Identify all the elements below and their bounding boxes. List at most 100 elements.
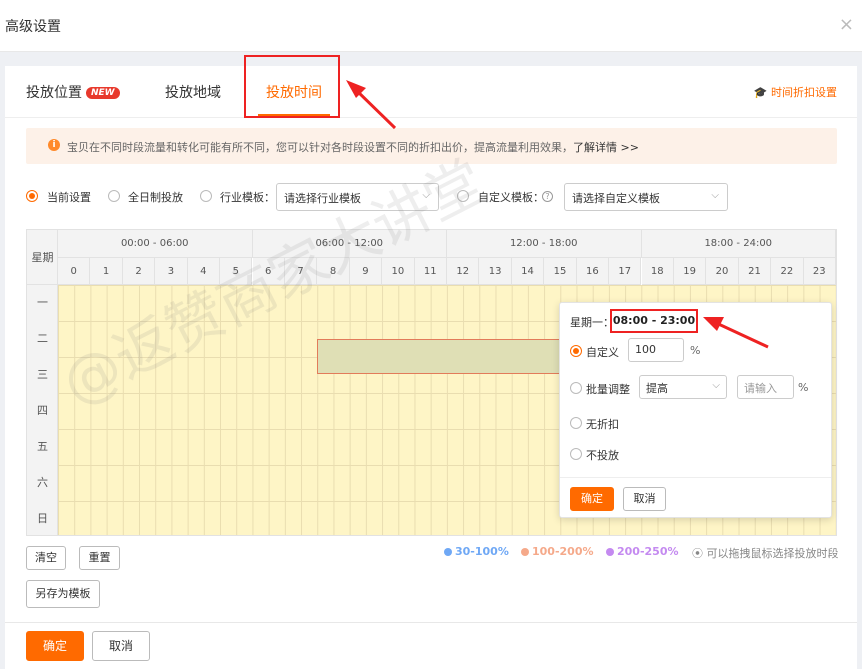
template-options: 当前设置 全日制投放 行业模板： 请选择行业模板 ⌵ 自定义模板： ? 请选择自… bbox=[26, 182, 837, 212]
popup-divider bbox=[560, 477, 831, 478]
day-label: 二 bbox=[37, 332, 48, 345]
chevron-down-icon: ⌵ bbox=[422, 190, 430, 201]
hour-header[interactable]: 17 bbox=[609, 258, 642, 285]
close-icon[interactable]: × bbox=[839, 14, 854, 35]
time-range-header: 06:00 - 12:00 bbox=[252, 230, 447, 258]
hour-header[interactable]: 14 bbox=[511, 258, 545, 285]
tab-bar: 投放位置 NEW 投放地域 投放时间 🎓 时间折扣设置 bbox=[5, 55, 857, 118]
radio-custom-label: 自定义模板： bbox=[478, 191, 544, 204]
info-notice: i 宝贝在不同时段流量和转化可能有所不同，您可以针对各时段设置不同的折扣出价，提… bbox=[26, 128, 837, 164]
hour-header[interactable]: 8 bbox=[317, 258, 350, 285]
location-pin-icon: ⦿ bbox=[692, 547, 703, 560]
time-range-header: 00:00 - 06:00 bbox=[58, 230, 253, 258]
radio-no-delivery[interactable] bbox=[570, 448, 582, 460]
hour-header[interactable]: 11 bbox=[414, 258, 447, 285]
clear-button[interactable]: 清空 bbox=[26, 546, 66, 570]
notice-message: 宝贝在不同时段流量和转化可能有所不同，您可以针对各时段设置不同的折扣出价，提高流… bbox=[67, 141, 573, 154]
batch-adjust-label: 批量调整 bbox=[586, 383, 630, 396]
day-label: 四 bbox=[37, 404, 48, 417]
popup-cancel-button[interactable]: 取消 bbox=[623, 487, 666, 511]
tab-region[interactable]: 投放地域 bbox=[165, 82, 221, 102]
radio-industry-label: 行业模板： bbox=[220, 191, 275, 204]
percent-sign: % bbox=[798, 381, 809, 394]
batch-adjust-input[interactable]: 请输入 bbox=[737, 375, 794, 399]
batch-adjust-select[interactable]: 提高 ⌵ bbox=[639, 375, 727, 399]
hour-header[interactable]: 9 bbox=[349, 258, 383, 285]
day-label: 六 bbox=[37, 476, 48, 489]
drag-hint: ⦿ 可以拖拽鼠标选择投放时段 bbox=[692, 545, 839, 561]
percent-sign: % bbox=[690, 344, 701, 357]
week-header: 星期 bbox=[27, 230, 58, 285]
hour-header[interactable]: 0 bbox=[58, 258, 91, 285]
hour-header[interactable]: 6 bbox=[252, 258, 285, 285]
radio-current-label: 当前设置 bbox=[47, 191, 91, 204]
time-range-header: 12:00 - 18:00 bbox=[447, 230, 642, 258]
legend-item: 30-100% bbox=[444, 545, 509, 558]
save-template-button[interactable]: 另存为模板 bbox=[26, 580, 100, 608]
hour-header[interactable]: 19 bbox=[673, 258, 707, 285]
discount-popup: 星期一： 08:00 - 23:00 自定义 100 % 批量调整 提高 ⌵ 请… bbox=[559, 302, 832, 518]
custom-template-select[interactable]: 请选择自定义模板 ⌵ bbox=[564, 183, 728, 211]
day-label: 日 bbox=[37, 512, 48, 525]
legend-label: 200-250% bbox=[617, 545, 679, 558]
learn-more-link[interactable]: 了解详情 >> bbox=[573, 141, 639, 154]
chevron-down-icon: ⌵ bbox=[711, 190, 719, 201]
radio-allday[interactable] bbox=[108, 190, 120, 202]
legend-dot bbox=[521, 548, 529, 556]
confirm-button[interactable]: 确定 bbox=[26, 631, 84, 661]
hour-header[interactable]: 23 bbox=[803, 258, 836, 285]
annotation-highlight-box bbox=[244, 55, 340, 118]
cancel-button[interactable]: 取消 bbox=[92, 631, 150, 661]
industry-template-select[interactable]: 请选择行业模板 ⌵ bbox=[276, 183, 439, 211]
radio-industry[interactable] bbox=[200, 190, 212, 202]
legend-label: 100-200% bbox=[532, 545, 594, 558]
popup-day-label: 星期一： bbox=[570, 316, 614, 329]
radio-no-discount[interactable] bbox=[570, 417, 582, 429]
custom-discount-label: 自定义 bbox=[586, 346, 619, 359]
legend-dot bbox=[444, 548, 452, 556]
new-badge: NEW bbox=[86, 87, 120, 99]
radio-custom-discount[interactable] bbox=[570, 345, 582, 357]
hour-header[interactable]: 2 bbox=[122, 258, 156, 285]
tab-placement[interactable]: 投放位置 NEW bbox=[26, 82, 120, 102]
hour-header[interactable]: 3 bbox=[155, 258, 188, 285]
footer-divider bbox=[5, 622, 857, 623]
hour-header[interactable]: 20 bbox=[706, 258, 739, 285]
hour-header[interactable]: 7 bbox=[284, 258, 318, 285]
time-discount-label: 时间折扣设置 bbox=[771, 86, 837, 99]
hour-header[interactable]: 4 bbox=[187, 258, 221, 285]
hour-header[interactable]: 18 bbox=[641, 258, 674, 285]
popup-time-range: 08:00 - 23:00 bbox=[610, 309, 698, 333]
select-value: 请选择行业模板 bbox=[284, 192, 361, 205]
radio-custom[interactable] bbox=[457, 190, 469, 202]
help-icon[interactable]: ? bbox=[542, 191, 553, 202]
select-value: 请选择自定义模板 bbox=[572, 192, 660, 205]
radio-current[interactable] bbox=[26, 190, 38, 202]
hour-header[interactable]: 16 bbox=[576, 258, 610, 285]
hour-header[interactable]: 12 bbox=[447, 258, 480, 285]
custom-discount-input[interactable]: 100 bbox=[628, 338, 684, 362]
popup-confirm-button[interactable]: 确定 bbox=[570, 487, 614, 511]
notice-text: 宝贝在不同时段流量和转化可能有所不同，您可以针对各时段设置不同的折扣出价，提高流… bbox=[67, 139, 639, 155]
time-range-header: 18:00 - 24:00 bbox=[641, 230, 836, 258]
hour-header[interactable]: 10 bbox=[382, 258, 415, 285]
legend-item: 100-200% bbox=[521, 545, 594, 558]
no-discount-label: 无折扣 bbox=[586, 418, 619, 431]
hour-header[interactable]: 21 bbox=[738, 258, 772, 285]
dialog-header: 高级设置 × bbox=[0, 0, 862, 52]
radio-allday-label: 全日制投放 bbox=[128, 191, 183, 204]
hour-header[interactable]: 13 bbox=[479, 258, 512, 285]
hour-header[interactable]: 15 bbox=[544, 258, 577, 285]
hour-header[interactable]: 1 bbox=[90, 258, 123, 285]
select-value: 提高 bbox=[646, 382, 668, 395]
hour-header[interactable]: 5 bbox=[220, 258, 253, 285]
tab-label: 投放位置 bbox=[26, 85, 82, 101]
time-discount-link[interactable]: 🎓 时间折扣设置 bbox=[754, 84, 837, 100]
settings-card: 投放位置 NEW 投放地域 投放时间 🎓 时间折扣设置 i 宝贝在不同时段流量和转… bbox=[5, 55, 857, 669]
tab-label: 投放地域 bbox=[165, 85, 221, 101]
reset-button[interactable]: 重置 bbox=[79, 546, 120, 570]
radio-batch-adjust[interactable] bbox=[570, 382, 582, 394]
drag-hint-text: 可以拖拽鼠标选择投放时段 bbox=[706, 547, 839, 560]
hour-header[interactable]: 22 bbox=[771, 258, 804, 285]
no-delivery-label: 不投放 bbox=[586, 449, 619, 462]
